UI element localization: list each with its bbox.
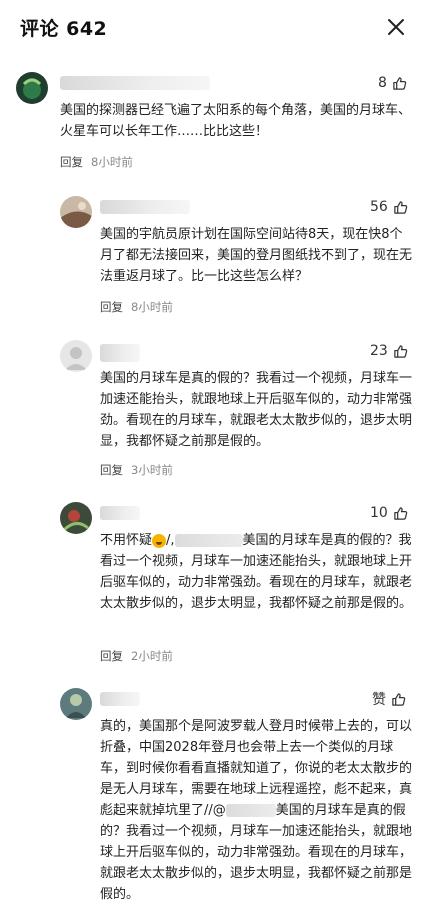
username-obscured[interactable] — [60, 76, 210, 90]
reply-button[interactable]: 回复 — [100, 462, 123, 478]
like-label: 赞 — [372, 692, 386, 708]
like-count: 10 — [370, 505, 388, 521]
avatar[interactable] — [60, 502, 92, 534]
comment-text-prefix: 不用怀疑 — [100, 533, 153, 548]
comment-time: 8小时前 — [91, 155, 133, 169]
thumb-up-icon — [393, 76, 407, 90]
like-button[interactable]: 23 — [370, 341, 408, 361]
avatar[interactable] — [60, 340, 92, 372]
comments-title: 评论 642 — [20, 18, 108, 40]
comment-text: 真的，美国那个是阿波罗载人登月时候带上去的，可以折叠，中国2028年登月也会带上… — [100, 716, 412, 905]
mention-obscured[interactable] — [174, 534, 243, 547]
thumb-up-icon — [392, 692, 406, 706]
close-icon[interactable] — [384, 15, 408, 39]
reply-button[interactable]: 回复 — [100, 299, 123, 315]
reply-button[interactable]: 回复 — [60, 154, 83, 170]
comment-text: 不用怀疑/, 美国的月球车是真的假的？我看过一个视频，月球车一加速还能抬头，就跟地… — [100, 530, 412, 614]
username-obscured[interactable] — [100, 692, 140, 706]
like-button[interactable]: 赞 — [372, 689, 406, 709]
comment-time: 8小时前 — [131, 300, 173, 314]
comment-time: 2小时前 — [131, 649, 173, 663]
mention-obscured[interactable] — [225, 804, 276, 817]
like-button[interactable]: 8 — [378, 73, 407, 93]
comment-text: 美国的宇航员原计划在国际空间站待8天，现在快8个月了都无法接回来，美国的登月图纸… — [100, 227, 413, 284]
thumb-up-icon — [394, 344, 408, 358]
username-obscured[interactable] — [100, 506, 140, 520]
thumb-up-icon — [394, 506, 408, 520]
avatar[interactable] — [60, 688, 92, 720]
thumb-up-icon — [394, 200, 408, 214]
like-button[interactable]: 56 — [370, 197, 408, 217]
comment-text: 美国的月球车是真的假的？我看过一个视频，月球车一加速还能抬头，就跟地球上开后驱车… — [100, 371, 413, 449]
like-count: 23 — [370, 343, 388, 359]
comment-time: 3小时前 — [131, 463, 173, 477]
username-obscured[interactable] — [100, 200, 190, 214]
comments-header: 评论 642 — [0, 0, 434, 56]
reply-button[interactable]: 回复 — [100, 648, 123, 664]
username-obscured[interactable] — [100, 344, 140, 362]
comment-text-separator: /, — [166, 533, 175, 548]
laughing-emoji-icon — [152, 533, 167, 548]
like-button[interactable]: 10 — [370, 503, 408, 523]
like-count: 56 — [370, 199, 388, 215]
avatar[interactable] — [16, 72, 48, 104]
avatar[interactable] — [60, 196, 92, 228]
like-count: 8 — [378, 75, 387, 91]
comment-text: 美国的探测器已经飞遍了太阳系的每个角落，美国的月球车、火星车可以长年工作……比比… — [60, 103, 412, 139]
